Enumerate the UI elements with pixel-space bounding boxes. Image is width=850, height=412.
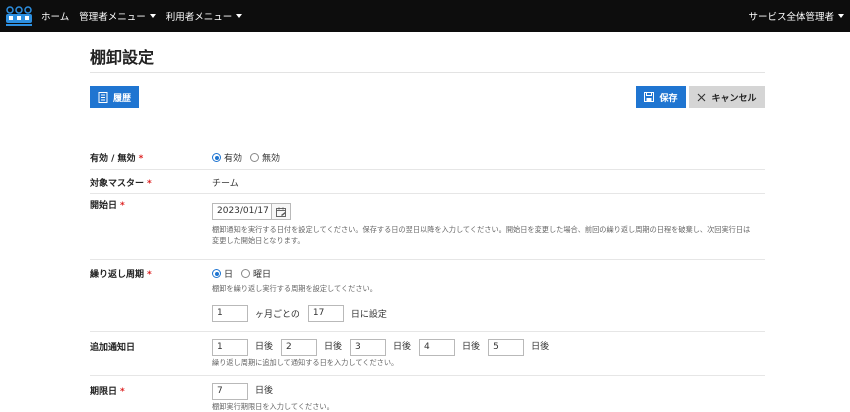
extra-notice-unit: 日後 [462,342,481,352]
required-mark: * [147,270,152,280]
cancel-button[interactable]: キャンセル [689,86,765,108]
divider [90,331,765,332]
deadline-inputs: 7 日後 [212,383,757,400]
extra-notice-input-2[interactable]: 2 [281,339,318,356]
day-unit: 日に設定 [350,310,387,320]
required-mark: * [120,201,125,211]
field-label-text: 期限日 [90,387,118,397]
enabled-radio-group: 有効 無効 [212,151,288,164]
field-label-text: 開始日 [90,201,118,211]
repeat-cycle-field: 日 曜日 棚卸を繰り返し実行する周期を設定してください。 1 ヶ月ごとの 17 … [212,267,757,322]
field-label-start-date: 開始日 * [90,198,125,211]
repeat-cycle-radio-group: 日 曜日 [212,267,757,280]
extra-notice-input-5[interactable]: 5 [488,339,525,356]
extra-notice-input-3[interactable]: 3 [350,339,387,356]
radio-cycle-day[interactable] [212,269,221,278]
start-date-input[interactable]: 2023/01/17 [212,203,272,220]
field-label-text: 有効 / 無効 [90,154,136,164]
field-label-extra-notice: 追加通知日 [90,340,135,353]
extra-notice-inputs: 1 日後 2 日後 3 日後 4 日後 5 日後 [212,339,757,356]
nav-admin-menu[interactable]: 管理者メニュー [79,9,156,23]
radio-label: 有効 [224,154,243,164]
field-label-text: 繰り返し周期 [90,270,145,280]
top-navbar: ホーム 管理者メニュー 利用者メニュー サービス全体管理者 [0,0,850,32]
day-input[interactable]: 17 [307,305,344,322]
date-picker: 2023/01/17 [212,203,757,220]
form-row-target-master: 対象マスター * チーム [90,176,765,190]
radio-label: 無効 [262,154,281,164]
repeat-cycle-help: 棚卸を繰り返し実行する周期を設定してください。 [212,284,377,293]
field-label-repeat-cycle: 繰り返し周期 * [90,267,152,280]
caret-down-icon [149,14,156,18]
save-button[interactable]: 保存 [636,86,686,108]
divider [90,72,765,73]
extra-notice-unit: 日後 [393,342,412,352]
radio-label: 日 [224,270,234,280]
extra-notice-field: 1 日後 2 日後 3 日後 4 日後 5 日後 繰り返し周期に追加して通知する… [212,339,757,368]
app-logo[interactable] [5,5,33,27]
nav-user-menu-label: 利用者メニュー [165,12,233,23]
start-date-help: 棚卸通知を実行する日付を設定してください。保存する日の翌日以降を入力してください… [212,225,751,245]
divider [90,375,765,376]
nav-user-menu[interactable]: 利用者メニュー [166,9,243,23]
extra-notice-input-4[interactable]: 4 [419,339,456,356]
divider [90,259,765,260]
extra-notice-unit: 日後 [324,342,343,352]
caret-down-icon [236,14,243,18]
field-label-text: 対象マスター [90,179,145,189]
field-label-text: 追加通知日 [90,343,136,353]
close-icon [698,93,706,101]
repeat-cycle-inputs: 1 ヶ月ごとの 17 日に設定 [212,305,757,322]
divider [90,169,765,170]
account-name: サービス全体管理者 [748,12,834,23]
save-disk-icon [644,92,655,102]
page-title: 棚卸設定 [90,48,155,67]
start-date-field: 2023/01/17 棚卸通知を実行する日付を設定してください。保存する日の翌日… [212,203,757,246]
extra-notice-unit: 日後 [531,342,550,352]
radio-enabled-off[interactable] [250,153,260,162]
nav-admin-menu-label: 管理者メニュー [79,12,146,23]
history-button-label: 履歴 [112,93,131,104]
account-menu[interactable]: サービス全体管理者 [748,0,844,32]
document-list-icon [98,91,108,103]
field-label-enabled: 有効 / 無効 * [90,151,143,164]
required-mark: * [120,387,125,397]
extra-notice-input-1[interactable]: 1 [212,339,248,356]
deadline-unit: 日後 [255,386,274,396]
field-label-deadline: 期限日 * [90,384,125,397]
target-master-value: チーム [212,179,239,189]
field-label-target-master: 対象マスター * [90,176,152,189]
months-input[interactable]: 1 [212,305,248,322]
nav-home[interactable]: ホーム [41,9,69,23]
months-unit: ヶ月ごとの [255,310,300,320]
save-button-label: 保存 [659,93,678,104]
form-row-enabled: 有効 / 無効 * 有効 無効 [90,150,765,164]
divider [90,193,765,194]
deadline-field: 7 日後 棚卸実行期限日を入力してください。 [212,383,757,412]
form-row-deadline: 期限日 * 7 日後 棚卸実行期限日を入力してください。 [90,382,765,411]
extra-notice-unit: 日後 [255,342,274,352]
history-button[interactable]: 履歴 [90,86,139,108]
required-mark: * [138,154,144,164]
form-row-extra-notice: 追加通知日 1 日後 2 日後 3 日後 4 日後 5 日後 繰り返し周期に追加… [90,339,765,371]
radio-enabled-on[interactable] [212,153,221,162]
cancel-button-label: キャンセル [711,93,757,104]
radio-label: 曜日 [253,270,272,280]
calendar-icon [275,207,286,217]
form-row-start-date: 開始日 * 2023/01/17 棚卸通知を実行する日付を設定してください。保存す… [90,198,765,250]
calendar-button[interactable] [272,203,291,220]
radio-cycle-weekday[interactable] [241,269,251,278]
extra-notice-help: 繰り返し周期に追加して通知する日を入力してください。 [212,358,399,367]
caret-down-icon [838,14,844,18]
deadline-help: 棚卸実行期限日を入力してください。 [212,402,334,411]
required-mark: * [147,179,152,189]
deadline-input[interactable]: 7 [212,383,248,400]
form-row-repeat-cycle: 繰り返し周期 * 日 曜日 棚卸を繰り返し実行する周期を設定してください。 1 ヶ… [90,266,765,326]
